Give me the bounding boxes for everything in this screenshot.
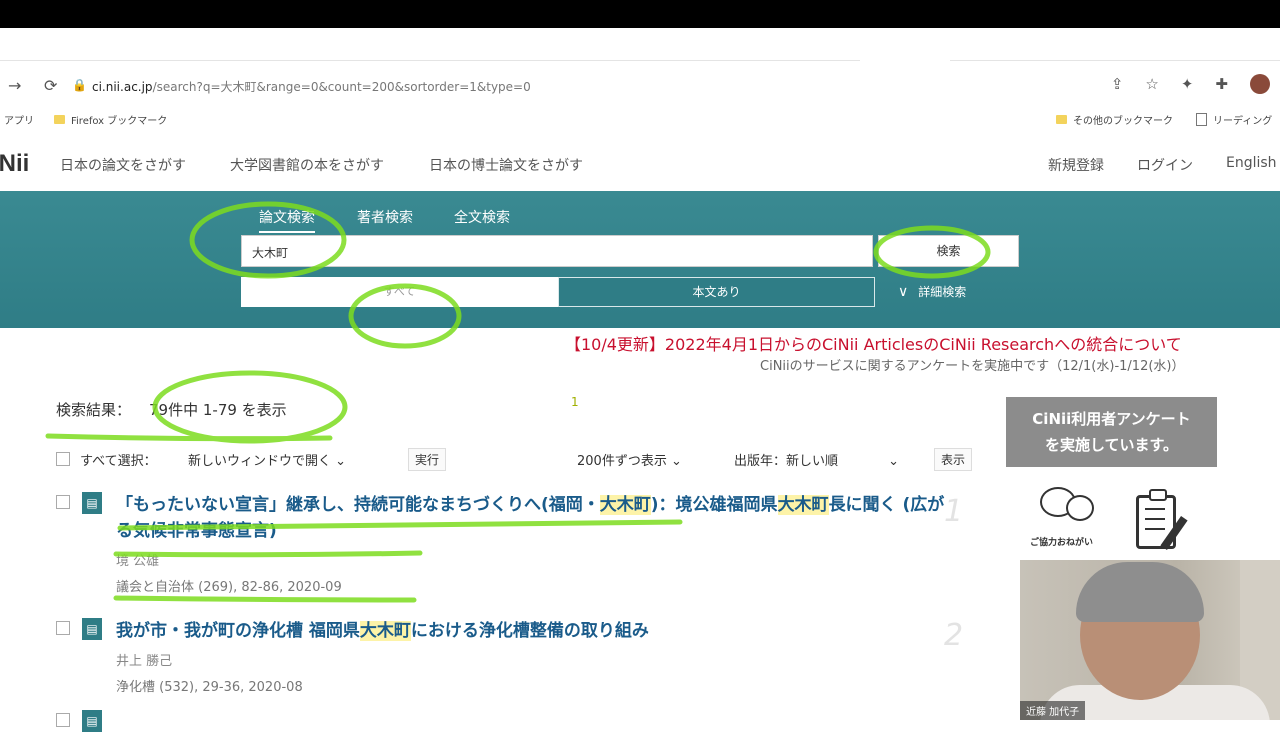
participant-name: 近藤 加代子: [1020, 701, 1086, 720]
cinii-logo[interactable]: iNii: [0, 150, 29, 178]
nav-register[interactable]: 新規登録: [1048, 155, 1104, 175]
result-title-link[interactable]: 我が市・我が町の浄化槽 福岡県大木町における浄化槽整備の取り組み: [116, 618, 956, 644]
select-all-label: すべて選択：: [80, 454, 157, 469]
results-count: 検索結果： 79件中 1-79 を表示: [56, 401, 287, 419]
tab-author-search[interactable]: 著者検索: [357, 207, 413, 227]
result-title-link[interactable]: 「もったいない宣言」継承し、持続可能なまちづくりへ(福岡・大木町)：境公雄福岡県…: [116, 492, 956, 544]
site-header: iNii 日本の論文をさがす 大学図書館の本をさがす 日本の博士論文をさがす 新…: [0, 142, 1280, 188]
result-checkbox[interactable]: [56, 713, 70, 727]
bookmark-other[interactable]: その他のブックマーク: [1056, 112, 1173, 127]
result-author[interactable]: 井上 勝己: [116, 650, 172, 669]
cooperation-caption: ご協力おねがい: [1030, 538, 1094, 548]
bookmark-apps[interactable]: アプリ: [4, 112, 34, 127]
result-marker: 1: [571, 395, 579, 409]
tab-fulltext-search[interactable]: 全文検索: [454, 207, 510, 227]
nav-english[interactable]: English: [1226, 155, 1277, 171]
folder-icon: [1056, 115, 1067, 124]
chat-bubble-icon: [1066, 495, 1094, 521]
search-input[interactable]: 大木町: [241, 235, 873, 267]
integration-notice-link[interactable]: 【10/4更新】2022年4月1日からのCiNii ArticlesのCiNii…: [565, 331, 1182, 355]
forward-icon[interactable]: →: [8, 76, 21, 95]
document-icon: ▤: [82, 618, 102, 640]
bookmarks-bar: アプリ Firefox ブックマーク その他のブックマーク リーディング: [0, 106, 1280, 132]
search-button[interactable]: 検索: [878, 235, 1019, 267]
reading-list-icon: [1196, 113, 1207, 126]
filter-fulltext-button[interactable]: 本文あり: [558, 277, 875, 307]
survey-illustration[interactable]: ご協力おねがい: [1030, 487, 1230, 557]
address-bar[interactable]: → ⟳ 🔒 ci.nii.ac.jp/search?q=大木町&range=0&…: [0, 68, 1280, 104]
profile-avatar[interactable]: [1250, 74, 1270, 94]
sort-select[interactable]: 出版年：新しい順 ⌄: [734, 450, 899, 469]
url-text[interactable]: ci.nii.ac.jp/search?q=大木町&range=0&count=…: [92, 78, 531, 95]
document-icon: ▤: [82, 492, 102, 514]
survey-notice[interactable]: CiNiiのサービスに関するアンケートを実施中です（12/1(水)-1/12(水…: [760, 355, 1184, 374]
nav-books[interactable]: 大学図書館の本をさがす: [230, 155, 384, 175]
extension-icon[interactable]: ✦: [1181, 75, 1194, 93]
reload-icon[interactable]: ⟳: [44, 76, 57, 95]
select-all-checkbox[interactable]: [56, 452, 70, 466]
webcam-overlay: 近藤 加代子: [1020, 560, 1280, 720]
bookmark-firefox[interactable]: Firefox ブックマーク: [54, 112, 167, 127]
per-page-select[interactable]: 200件ずつ表示 ⌄: [577, 450, 682, 469]
result-checkbox[interactable]: [56, 621, 70, 635]
folder-icon: [54, 115, 65, 124]
bookmark-reading-list[interactable]: リーディング: [1196, 112, 1272, 127]
tab-article-search[interactable]: 論文検索: [259, 207, 315, 233]
result-number: 1: [944, 494, 964, 529]
chevron-down-icon: ⌄: [670, 454, 682, 469]
result-checkbox[interactable]: [56, 495, 70, 509]
annotation-underline-author: [113, 550, 423, 558]
search-panel: 論文検索 著者検索 全文検索 大木町 検索 すべて 本文あり ∨ 詳細検索: [0, 191, 1280, 328]
nav-articles[interactable]: 日本の論文をさがす: [60, 155, 186, 175]
chevron-down-icon: ∨: [898, 284, 909, 300]
browser-tabstrip: [0, 28, 1280, 66]
annotation-underline-count: [45, 433, 333, 442]
chevron-down-icon: ⌄: [888, 454, 900, 469]
result-source: 浄化槽 (532), 29-36, 2020-08: [116, 680, 303, 695]
share-icon[interactable]: ⇪: [1111, 75, 1124, 93]
result-source: 議会と自治体 (269), 82-86, 2020-09: [116, 580, 342, 595]
result-number: 2: [944, 618, 964, 653]
result-author[interactable]: 境 公雄: [116, 550, 159, 569]
chevron-down-icon: ⌄: [335, 454, 347, 469]
advanced-search-toggle[interactable]: ∨ 詳細検索: [898, 283, 966, 300]
top-black-bar: [0, 0, 1280, 28]
lock-icon[interactable]: 🔒: [72, 78, 87, 92]
survey-banner[interactable]: CiNii利用者アンケート を実施しています。: [1006, 397, 1217, 467]
document-icon: ▤: [82, 710, 102, 732]
run-button[interactable]: 実行: [408, 448, 447, 471]
nav-dissertations[interactable]: 日本の博士論文をさがす: [429, 155, 583, 175]
filter-all-button[interactable]: すべて: [241, 277, 558, 307]
annotation-underline-source: [113, 595, 417, 603]
show-button[interactable]: 表示: [934, 448, 973, 471]
nav-login[interactable]: ログイン: [1137, 155, 1193, 175]
star-icon[interactable]: ☆: [1145, 75, 1158, 93]
open-mode-select[interactable]: 新しいウィンドウで開く ⌄: [188, 450, 346, 469]
puzzle-icon[interactable]: ✚: [1215, 75, 1228, 93]
